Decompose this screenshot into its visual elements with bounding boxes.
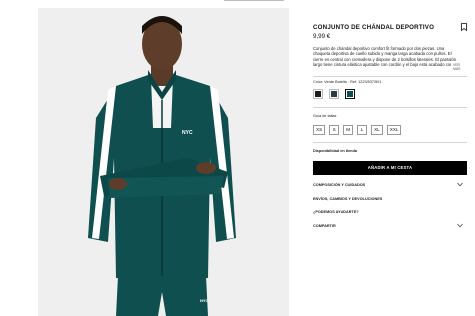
- color-swatch-black[interactable]: [313, 89, 323, 99]
- color-swatches: [313, 89, 355, 99]
- divider: [313, 142, 467, 143]
- size-guide-link[interactable]: Guía de tallas: [313, 114, 336, 118]
- divider: [313, 107, 467, 108]
- model-illustration: NYC NYC: [38, 8, 289, 316]
- size-option-xl[interactable]: XL: [371, 125, 383, 135]
- color-swatch-navy[interactable]: [329, 89, 339, 99]
- product-info-panel: CONJUNTO DE CHÁNDAL DEPORTIVO 9,99 € Con…: [313, 0, 467, 316]
- accordion-label: ¿PODEMOS AYUDARTE?: [313, 210, 359, 214]
- accordion-composition[interactable]: COMPOSICIÓN Y CUIDADOS: [313, 181, 467, 189]
- product-title: CONJUNTO DE CHÁNDAL DEPORTIVO: [313, 24, 435, 31]
- store-availability-link[interactable]: Disponibilidad en tienda: [313, 149, 357, 153]
- pants-logo-text: NYC: [200, 298, 209, 303]
- product-price: 9,99 €: [313, 33, 331, 40]
- chevron-down-icon: [457, 223, 463, 228]
- product-image[interactable]: NYC NYC: [38, 8, 289, 316]
- size-option-xxl[interactable]: XXL: [386, 125, 402, 135]
- size-option-l[interactable]: L: [357, 125, 368, 135]
- bookmark-icon[interactable]: [461, 23, 467, 31]
- accordion-label: COMPOSICIÓN Y CUIDADOS: [313, 183, 366, 187]
- accordion-label: COMPARTIR: [313, 224, 336, 228]
- chevron-down-icon: [457, 182, 463, 187]
- accordion-label: ENVÍOS, CAMBIOS Y DEVOLUCIONES: [313, 197, 383, 201]
- divider: [313, 76, 467, 77]
- top-scroll-indicator: [224, 0, 284, 1]
- accordion-help[interactable]: ¿PODEMOS AYUDARTE?: [313, 208, 467, 216]
- size-option-m[interactable]: M: [343, 125, 354, 135]
- size-selector: XS S M L XL XXL: [313, 125, 402, 135]
- size-option-s[interactable]: S: [329, 125, 340, 135]
- size-option-xs[interactable]: XS: [313, 125, 326, 135]
- product-description: Conjunto de chándal deportivo comfort fi…: [313, 46, 457, 68]
- add-to-cart-button[interactable]: AÑADIR A MI CESTA: [313, 161, 467, 175]
- color-reference-label: Color: Verde Botella · Ref. 1223/537/501: [313, 80, 382, 84]
- accordion-shipping[interactable]: ENVÍOS, CAMBIOS Y DEVOLUCIONES: [313, 195, 467, 203]
- accordion-share[interactable]: COMPARTIR: [313, 222, 467, 230]
- color-swatch-bottle-green[interactable]: [345, 89, 355, 99]
- chest-logo-text: NYC: [182, 130, 193, 136]
- see-more-link[interactable]: VER MÁS: [451, 63, 467, 71]
